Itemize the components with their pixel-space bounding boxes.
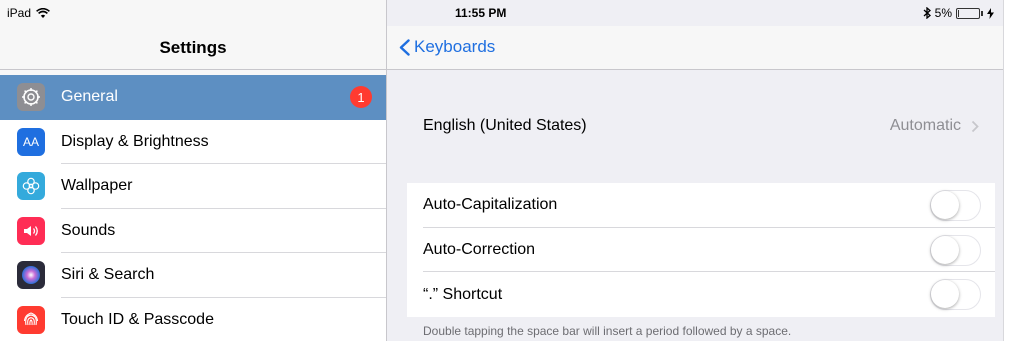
language-row[interactable]: English (United States) Automatic <box>407 104 995 149</box>
ipad-settings-screen: Settings General 1 AA Display & Brightne… <box>0 0 1004 341</box>
sidebar-item-label: Wallpaper <box>61 177 133 195</box>
sidebar-header: Settings <box>0 26 386 70</box>
back-button-label: Keyboards <box>414 37 496 56</box>
wifi-icon <box>36 7 50 18</box>
display-brightness-icon: AA <box>17 127 45 156</box>
chevron-right-icon <box>971 120 979 133</box>
battery-percent: 5% <box>934 6 952 20</box>
speaker-icon <box>17 216 45 245</box>
sidebar-item-label: Display & Brightness <box>61 132 209 150</box>
device-name: iPad <box>7 6 32 20</box>
period-shortcut-toggle[interactable] <box>930 279 981 311</box>
toggle-knob <box>931 191 959 219</box>
auto-correction-label: Auto-Correction <box>423 241 536 259</box>
language-value: Automatic <box>889 117 961 135</box>
sidebar-title: Settings <box>159 38 227 57</box>
period-shortcut-row: “.” Shortcut <box>407 272 995 317</box>
sidebar-item-siri-search[interactable]: Siri & Search <box>0 253 386 298</box>
auto-correction-toggle[interactable] <box>930 234 981 266</box>
status-bar: iPad 11:55 PM 5% <box>0 0 1003 26</box>
keyboard-options-group: Auto-Capitalization Auto-Correction “.” … <box>407 183 995 318</box>
auto-capitalization-toggle[interactable] <box>930 190 981 221</box>
gear-icon <box>17 83 45 111</box>
detail-nav-bar: Keyboards <box>387 26 1003 70</box>
status-right: 5% <box>923 6 994 20</box>
sidebar-item-touch-id-passcode[interactable]: Touch ID & Passcode <box>0 298 386 341</box>
status-time: 11:55 PM <box>455 6 507 20</box>
auto-correction-row: Auto-Correction <box>407 228 995 273</box>
charging-bolt-icon <box>987 7 994 19</box>
battery-level-fill <box>958 9 959 17</box>
sidebar-item-label: Sounds <box>61 221 116 239</box>
language-group: English (United States) Automatic <box>407 104 995 148</box>
sidebar-item-label: General <box>61 88 118 106</box>
settings-sidebar: Settings General 1 AA Display & Brightne… <box>0 0 387 341</box>
sidebar-item-display-brightness[interactable]: AA Display & Brightness <box>0 120 386 165</box>
battery-icon <box>956 7 980 19</box>
siri-icon <box>17 261 45 289</box>
language-label: English (United States) <box>423 117 587 135</box>
sidebar-item-wallpaper[interactable]: Wallpaper <box>0 164 386 209</box>
auto-capitalization-row: Auto-Capitalization <box>407 183 995 228</box>
toggle-knob <box>931 280 959 309</box>
display-icon-glyph: AA <box>22 134 39 149</box>
sidebar-list: General 1 AA Display & Brightness Wallpa… <box>0 75 386 341</box>
battery-cap <box>981 10 983 16</box>
sidebar-item-label: Touch ID & Passcode <box>61 310 214 328</box>
status-left: iPad <box>7 6 50 20</box>
wallpaper-flower-icon <box>17 172 45 200</box>
period-shortcut-footer-note: Double tapping the space bar will insert… <box>423 324 792 338</box>
sidebar-item-general[interactable]: General 1 <box>0 75 386 120</box>
chevron-left-icon <box>399 38 410 56</box>
notification-badge: 1 <box>350 86 372 108</box>
period-shortcut-label: “.” Shortcut <box>423 285 503 303</box>
sidebar-item-sounds[interactable]: Sounds <box>0 209 386 254</box>
fingerprint-icon <box>17 305 45 334</box>
sidebar-item-label: Siri & Search <box>61 266 155 284</box>
auto-capitalization-label: Auto-Capitalization <box>423 196 558 214</box>
back-button[interactable]: Keyboards <box>399 37 495 57</box>
bluetooth-icon <box>923 7 931 19</box>
toggle-knob <box>931 235 959 264</box>
